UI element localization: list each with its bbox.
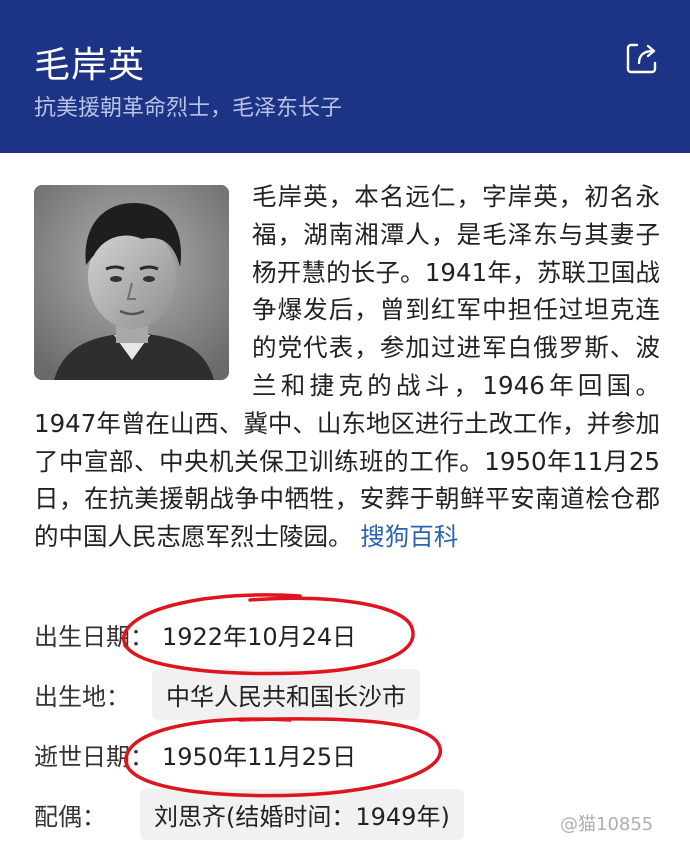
watermark: @猫10855 <box>560 814 654 835</box>
intro-paragraph: 毛岸英，本名远仁，字岸英，初名永福，湖南湘潭人，是毛泽东与其妻子杨开慧的长子。1… <box>34 178 660 556</box>
page-title: 毛岸英 <box>34 45 146 86</box>
spouse-label: 配偶： <box>34 802 106 831</box>
share-icon[interactable] <box>622 38 662 78</box>
source-link[interactable]: 搜狗百科 <box>360 522 458 551</box>
birthplace-label: 出生地： <box>34 682 130 711</box>
header: 毛岸英 抗美援朝革命烈士，毛泽东长子 <box>0 0 690 153</box>
page-subtitle: 抗美援朝革命烈士，毛泽东长子 <box>34 96 343 121</box>
death-date-value: 1950年11月25日 <box>162 742 357 771</box>
photo-spacer <box>34 178 252 400</box>
birth-date-row: 出生日期： 1922年10月24日 <box>34 610 356 658</box>
spouse-chip[interactable]: 刘思齐(结婚时间：1949年) <box>140 788 464 840</box>
spouse-row: 配偶： 刘思齐(结婚时间：1949年) <box>34 788 464 840</box>
death-date-row: 逝世日期： 1950年11月25日 <box>34 730 356 778</box>
birth-date-label: 出生日期： <box>34 622 154 651</box>
birthplace-row: 出生地： 中华人民共和国长沙市 <box>34 668 420 720</box>
death-date-label: 逝世日期： <box>34 742 154 771</box>
birth-date-value: 1922年10月24日 <box>162 622 357 651</box>
birthplace-chip[interactable]: 中华人民共和国长沙市 <box>152 668 420 720</box>
